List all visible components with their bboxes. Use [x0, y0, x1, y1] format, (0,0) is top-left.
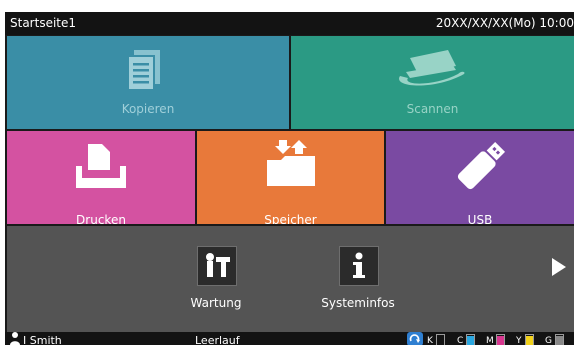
- ink-fill-c: [467, 336, 474, 345]
- copy-label: Kopieren: [121, 102, 175, 116]
- user-icon: [10, 332, 20, 345]
- machine-status: Leerlauf: [195, 334, 240, 345]
- folder-upload-icon: [267, 140, 315, 186]
- usb-label: USB: [467, 213, 493, 224]
- storage-label: Speicher: [264, 213, 317, 224]
- system-info-icon-box: [339, 246, 379, 286]
- ink-bar-g: [555, 334, 564, 345]
- maintenance-tools-icon: [206, 253, 230, 277]
- ink-bar-k: [436, 334, 445, 345]
- date-time: 20XX/XX/XX(Mo) 10:00: [435, 16, 574, 30]
- printer-icon: [76, 144, 126, 188]
- next-page-arrow-icon[interactable]: [552, 258, 566, 276]
- ink-label-g: G: [545, 336, 552, 345]
- ink-bar-m: [496, 334, 505, 345]
- ink-fill-m: [497, 336, 504, 345]
- home-screen: Startseite1 20XX/XX/XX(Mo) 10:00 Kopiere…: [5, 12, 574, 345]
- ink-fill-g: [556, 336, 563, 345]
- ink-fill-y: [526, 336, 533, 345]
- scan-label: Scannen: [406, 102, 459, 116]
- home-screen-title: Startseite1: [10, 16, 77, 30]
- usb-stick-icon: [457, 141, 506, 190]
- copy-document-icon: [128, 50, 160, 91]
- maintenance-button[interactable]: Wartung: [181, 246, 251, 328]
- ink-refresh-icon: [407, 332, 423, 345]
- maintenance-icon-box: [197, 246, 237, 286]
- print-label: Drucken: [76, 213, 126, 224]
- user-info[interactable]: I Smith: [10, 332, 62, 345]
- copy-tile[interactable]: Kopieren: [7, 36, 289, 129]
- system-info-label: Systeminfos: [321, 296, 395, 310]
- scanner-icon: [399, 50, 465, 86]
- maintenance-label: Wartung: [190, 296, 242, 310]
- ink-label-k: K: [427, 336, 433, 345]
- status-bar: I Smith Leerlauf K C M Y G: [5, 332, 574, 345]
- info-icon: [353, 252, 365, 278]
- scan-tile[interactable]: Scannen: [291, 36, 574, 129]
- ink-label-y: Y: [516, 336, 522, 345]
- user-name: I Smith: [23, 334, 62, 345]
- ink-bar-y: [525, 334, 534, 345]
- system-info-button[interactable]: Systeminfos: [321, 246, 395, 328]
- ink-bar-c: [466, 334, 475, 345]
- top-bar: Startseite1 20XX/XX/XX(Mo) 10:00: [5, 12, 574, 35]
- ink-label-m: M: [486, 336, 494, 345]
- app-area: Wartung Systeminfos: [7, 226, 574, 332]
- ink-label-c: C: [457, 336, 464, 345]
- print-tile[interactable]: Drucken: [7, 131, 195, 224]
- usb-tile[interactable]: USB: [386, 131, 574, 224]
- storage-tile[interactable]: Speicher: [197, 131, 384, 224]
